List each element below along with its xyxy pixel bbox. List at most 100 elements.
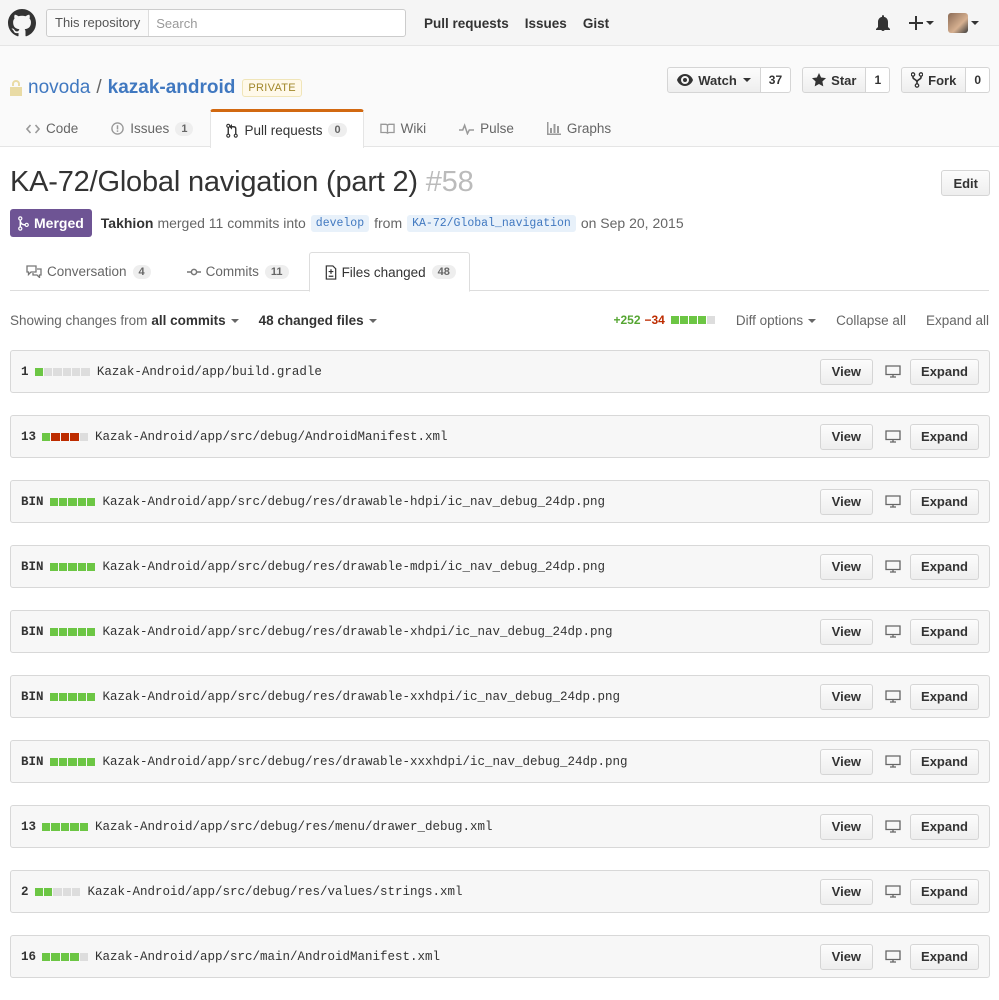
- header-actions: [863, 0, 979, 46]
- diffstat-block: [81, 367, 90, 376]
- display-rich-diff-icon[interactable]: [885, 430, 901, 443]
- file-path[interactable]: Kazak-Android/app/src/debug/res/menu/dra…: [95, 820, 820, 834]
- file-path[interactable]: Kazak-Android/app/src/debug/res/drawable…: [102, 560, 819, 574]
- diffstat-block: [68, 757, 77, 766]
- watch-group: Watch 37: [667, 67, 792, 93]
- tab-files-changed[interactable]: Files changed 48: [308, 252, 470, 292]
- user-menu[interactable]: [948, 13, 979, 33]
- nav-issues[interactable]: Issues: [525, 16, 567, 31]
- diffstat-block: [77, 757, 87, 766]
- expand-file-button[interactable]: Expand: [910, 878, 979, 905]
- view-file-button[interactable]: View: [819, 878, 874, 905]
- display-rich-diff-icon[interactable]: [885, 755, 901, 768]
- expand-file-button[interactable]: Expand: [910, 748, 979, 775]
- star-label: Star: [831, 72, 857, 88]
- diff-options-dropdown[interactable]: Diff options: [736, 313, 817, 328]
- tab-pull-requests[interactable]: Pull requests 0: [210, 109, 364, 148]
- fork-button[interactable]: Fork: [901, 67, 967, 93]
- search-input[interactable]: [149, 10, 405, 36]
- file-path[interactable]: Kazak-Android/app/src/debug/res/values/s…: [87, 885, 819, 899]
- watch-button[interactable]: Watch: [667, 67, 761, 93]
- tab-graphs[interactable]: Graphs: [531, 109, 628, 147]
- expand-file-button[interactable]: Expand: [910, 423, 979, 450]
- star-button[interactable]: Star: [802, 67, 867, 93]
- file-diffstat-bar: [49, 627, 97, 636]
- deletions-count: −34: [644, 313, 665, 327]
- display-rich-diff-icon[interactable]: [885, 560, 901, 573]
- head-branch[interactable]: KA-72/Global_navigation: [407, 214, 576, 232]
- view-file-button[interactable]: View: [819, 553, 874, 580]
- file-path[interactable]: Kazak-Android/app/src/debug/res/drawable…: [102, 755, 819, 769]
- view-file-button[interactable]: View: [819, 618, 874, 645]
- tab-commits[interactable]: Commits 11: [171, 252, 303, 291]
- watch-label: Watch: [698, 72, 737, 88]
- file-header-row: 1 Kazak-Android/app/build.gradle View Expan…: [10, 350, 990, 393]
- tab-wiki[interactable]: Wiki: [364, 109, 444, 147]
- pr-title: KA-72/Global navigation (part 2) #58: [10, 166, 474, 199]
- display-rich-diff-icon[interactable]: [885, 820, 901, 833]
- repo-name-link[interactable]: kazak-android: [108, 77, 236, 99]
- github-logo-icon[interactable]: [8, 9, 36, 37]
- nav-gist[interactable]: Gist: [583, 16, 609, 31]
- display-rich-diff-icon[interactable]: [885, 885, 901, 898]
- edit-button[interactable]: Edit: [941, 170, 990, 196]
- expand-file-button[interactable]: Expand: [910, 683, 979, 710]
- changed-files-dropdown[interactable]: 48 changed files: [259, 313, 377, 328]
- tab-issues[interactable]: Issues 1: [95, 109, 210, 147]
- showing-changes-text: Showing changes from: [10, 312, 148, 328]
- file-header-row: BIN Kazak-Android/app/src/debug/res/drawa…: [10, 545, 990, 588]
- view-file-button[interactable]: View: [819, 358, 874, 385]
- diffstat-block: [53, 887, 62, 896]
- fork-count[interactable]: 0: [966, 67, 990, 93]
- file-path[interactable]: Kazak-Android/app/src/debug/res/drawable…: [102, 690, 819, 704]
- file-path[interactable]: Kazak-Android/app/build.gradle: [97, 365, 820, 379]
- tab-pulse[interactable]: Pulse: [443, 109, 531, 147]
- chevron-down-icon: [971, 21, 979, 25]
- tab-code[interactable]: Code: [10, 109, 95, 147]
- chevron-down-icon: [926, 21, 934, 25]
- view-file-button[interactable]: View: [819, 813, 874, 840]
- view-file-button[interactable]: View: [819, 748, 874, 775]
- notifications-bell-icon[interactable]: [875, 15, 891, 31]
- view-file-button[interactable]: View: [819, 683, 874, 710]
- pr-author-link[interactable]: Takhion: [101, 215, 154, 231]
- tab-conversation[interactable]: Conversation 4: [10, 252, 165, 291]
- tab-commits-label: Commits: [205, 264, 259, 279]
- view-file-button[interactable]: View: [819, 488, 874, 515]
- fork-icon: [911, 72, 924, 88]
- collapse-all-button[interactable]: Collapse all: [836, 313, 906, 328]
- nav-pull-requests[interactable]: Pull requests: [424, 16, 509, 31]
- expand-file-button[interactable]: Expand: [910, 358, 979, 385]
- display-rich-diff-icon[interactable]: [885, 625, 901, 638]
- file-change-count: BIN: [21, 689, 44, 704]
- base-branch[interactable]: develop: [310, 214, 370, 232]
- watch-count[interactable]: 37: [760, 67, 792, 93]
- expand-all-button[interactable]: Expand all: [926, 313, 989, 328]
- star-count[interactable]: 1: [866, 67, 891, 93]
- diffstat-block: [49, 562, 58, 571]
- diffstat-block: [87, 497, 96, 506]
- expand-file-button[interactable]: Expand: [910, 553, 979, 580]
- site-header: This repository Pull requests Issues Gis…: [0, 0, 999, 46]
- display-rich-diff-icon[interactable]: [885, 690, 901, 703]
- commits-scope-dropdown[interactable]: all commits: [151, 313, 239, 328]
- pr-tabs: Conversation 4 Commits 11 Files changed 48: [10, 252, 989, 292]
- file-path[interactable]: Kazak-Android/app/src/debug/res/drawable…: [102, 495, 819, 509]
- expand-file-button[interactable]: Expand: [910, 488, 979, 515]
- file-path[interactable]: Kazak-Android/app/src/debug/res/drawable…: [102, 625, 819, 639]
- repo-owner-link[interactable]: novoda: [28, 77, 90, 99]
- file-header-row: 2 Kazak-Android/app/src/debug/res/values/…: [10, 870, 990, 913]
- diffstat-block: [58, 627, 68, 636]
- file-path[interactable]: Kazak-Android/app/src/debug/AndroidManif…: [95, 430, 820, 444]
- comment-discussion-icon: [26, 265, 42, 278]
- diffstat-block: [58, 497, 68, 506]
- view-file-button[interactable]: View: [819, 423, 874, 450]
- display-rich-diff-icon[interactable]: [885, 495, 901, 508]
- create-new-dropdown[interactable]: [909, 16, 934, 30]
- pr-meta: Merged Takhion merged 11 commits into de…: [10, 209, 684, 237]
- display-rich-diff-icon[interactable]: [885, 365, 901, 378]
- expand-file-button[interactable]: Expand: [910, 813, 979, 840]
- repo-title: novoda / kazak-android PRIVATE: [10, 77, 302, 99]
- diffstat-block: [43, 887, 53, 896]
- expand-file-button[interactable]: Expand: [910, 618, 979, 645]
